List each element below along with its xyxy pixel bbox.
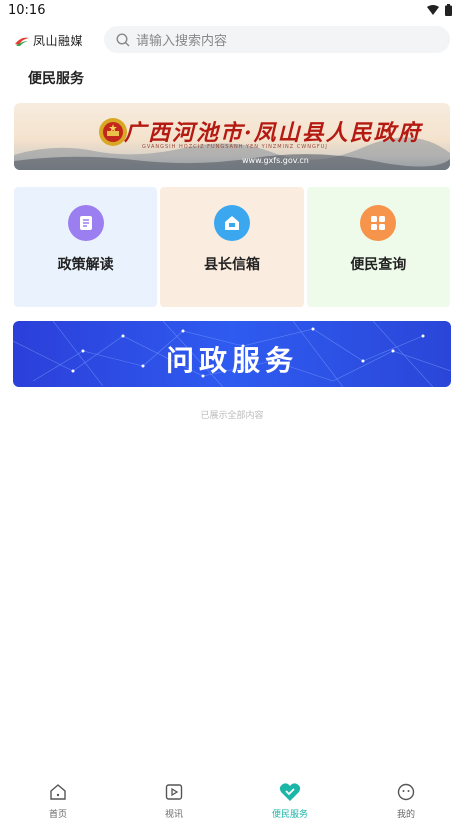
- tab-home[interactable]: 首页: [0, 776, 116, 826]
- inquiry-service-banner[interactable]: 问政服务: [13, 321, 451, 387]
- logo-text: 凤山融媒: [33, 34, 84, 48]
- service-grid: 政策解读 县长信箱 便民查询: [14, 187, 450, 307]
- card-label: 政策解读: [57, 257, 114, 273]
- face-icon: [397, 783, 415, 801]
- search-placeholder: 请输入搜索内容: [136, 34, 228, 49]
- tab-label: 首页: [48, 810, 67, 820]
- card-label: 县长信箱: [203, 257, 260, 273]
- mailbox-icon: [213, 205, 250, 241]
- header: 凤山融媒 请输入搜索内容: [0, 26, 464, 54]
- document-icon: [67, 205, 104, 241]
- battery-icon: [445, 4, 452, 16]
- logo-icon: [15, 37, 29, 46]
- banner-title: 广西河池市·凤山县人民政府: [124, 120, 422, 146]
- tab-label: 我的: [396, 810, 415, 820]
- tab-video[interactable]: 视讯: [116, 776, 232, 826]
- status-time: 10:16: [8, 3, 46, 18]
- tab-label: 视讯: [164, 810, 183, 820]
- tab-convenience-service[interactable]: 便民服务: [232, 776, 348, 826]
- tab-profile[interactable]: 我的: [348, 776, 464, 826]
- service-banner-title: 问政服务: [165, 344, 298, 377]
- banner-subtitle: GVANGSIH HOZCIZ FUNGSANH YEN YINZMINZ CW…: [142, 144, 328, 150]
- tab-label: 便民服务: [271, 810, 308, 820]
- end-of-list-note: 已展示全部内容: [200, 411, 264, 421]
- status-icons: [427, 4, 452, 16]
- heart-icon: [279, 783, 301, 801]
- bottom-tab-bar: 首页 视讯 便民服务 我的: [0, 776, 464, 826]
- app-logo[interactable]: 凤山融媒: [14, 32, 83, 49]
- play-icon: [165, 784, 183, 800]
- convenience-query-card[interactable]: 便民查询: [306, 187, 450, 307]
- status-bar: 10:16: [0, 0, 464, 22]
- wifi-icon: [427, 5, 439, 15]
- government-banner[interactable]: 广西河池市·凤山县人民政府 GVANGSIH HOZCIZ FUNGSANH Y…: [14, 103, 450, 170]
- search-icon: [116, 32, 130, 46]
- banner-url: www.gxfs.gov.cn: [242, 156, 309, 165]
- grid-icon: [360, 205, 397, 241]
- policy-interpretation-card[interactable]: 政策解读: [14, 187, 158, 307]
- page-title: 便民服务: [28, 71, 84, 87]
- home-icon: [50, 784, 66, 800]
- card-label: 便民查询: [350, 257, 407, 273]
- search-input[interactable]: 请输入搜索内容: [104, 26, 450, 53]
- county-mailbox-card[interactable]: 县长信箱: [160, 187, 304, 307]
